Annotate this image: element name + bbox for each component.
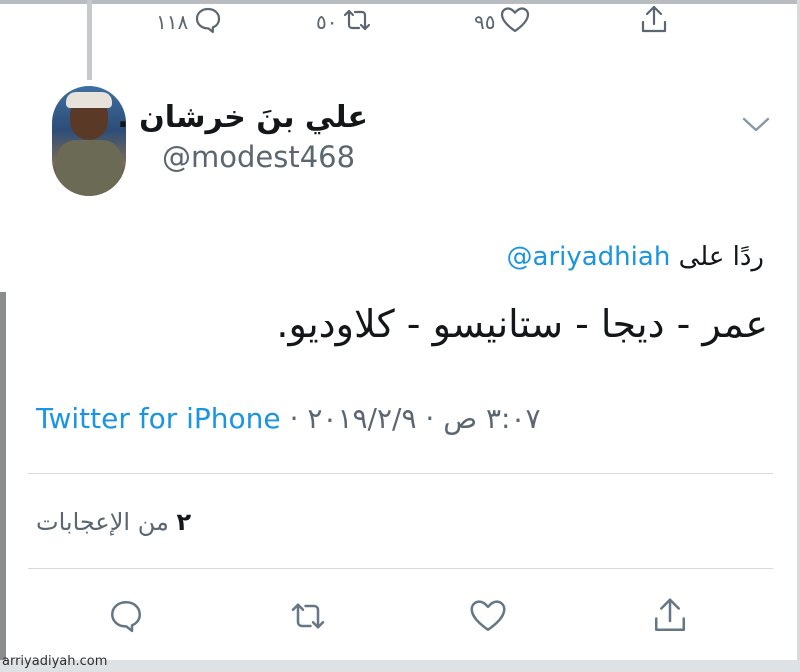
bottom-strip [0,660,800,672]
likes-count: ٢ [176,508,192,536]
chevron-down-icon[interactable] [738,110,774,138]
divider [28,568,773,569]
replying-mention-link[interactable]: @ariyadhiah [507,242,671,272]
like-count: ٩٥ [474,10,496,34]
tweet-time: ٣:٠٧ ص [443,402,541,435]
reply-action[interactable]: ١١٨ [156,4,224,40]
previous-tweet-actions: ١١٨ ٥٠ ٩٥ [0,4,800,44]
retweet-icon [341,4,373,40]
replying-to: ردًا على @ariyadhiah [507,242,764,272]
share-icon [650,598,690,640]
retweet-icon [288,603,328,640]
display-name[interactable]: علي بنَ خرشان . [117,100,368,135]
share-action[interactable] [638,4,670,40]
retweet-action[interactable]: ٥٠ [316,4,373,40]
user-handle[interactable]: @modest468 [162,140,355,174]
reply-button[interactable] [106,596,146,636]
divider [28,473,773,474]
like-action[interactable]: ٩٥ [474,4,531,40]
tweet-date: ٢٠١٩/٢/٩ [307,402,417,435]
meta-separator: · [289,402,299,435]
likes-label: من الإعجابات [36,508,169,536]
retweet-count: ٥٠ [316,10,338,34]
tweet-meta: Twitter for iPhone · ٢٠١٩/٢/٩ · ٣:٠٧ ص [36,402,541,435]
share-button[interactable] [650,596,690,636]
heart-icon [468,600,508,640]
comment-icon [106,601,146,640]
comment-icon [192,4,224,40]
client-link[interactable]: Twitter for iPhone [36,402,281,435]
avatar[interactable] [52,86,126,196]
share-icon [638,4,670,40]
replying-prefix: ردًا على [678,242,764,272]
tweet-detail-screen: ١١٨ ٥٠ ٩٥ علي بنَ خرشان . @modest468 ردً… [0,0,800,672]
like-button[interactable] [468,596,508,636]
likes-summary[interactable]: ٢ من الإعجابات [36,508,191,536]
left-edge-bar [0,292,6,672]
retweet-button[interactable] [288,596,328,636]
reply-count: ١١٨ [156,10,189,34]
meta-separator: · [425,402,435,435]
heart-icon [499,4,531,40]
watermark: arriyadiyah.com [2,654,108,669]
tweet-text: عمر - ديجا - ستانيسو - كلاوديو. [276,302,768,346]
